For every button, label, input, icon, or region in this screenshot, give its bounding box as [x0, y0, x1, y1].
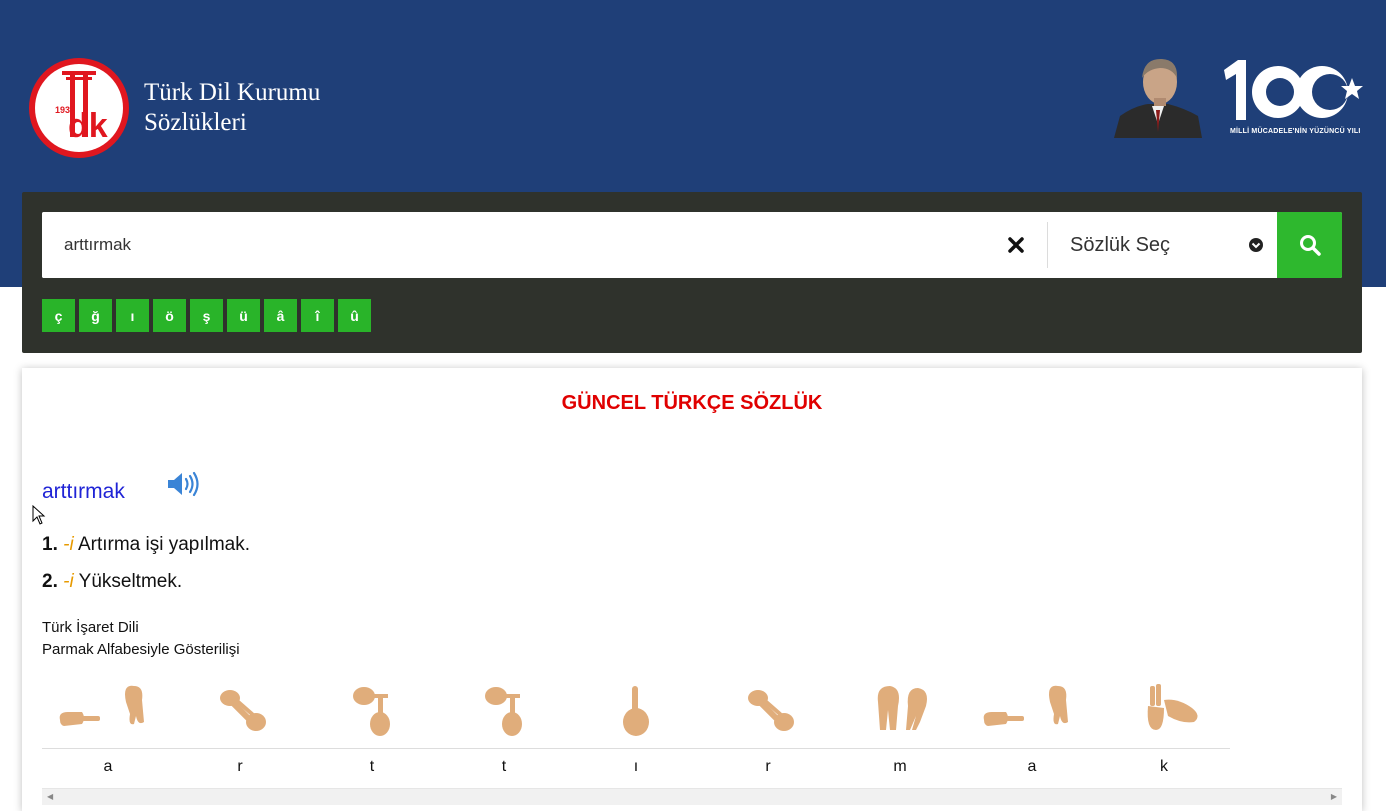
meaning-grammar: -i — [63, 571, 74, 592]
fingerspelling-hand-icon — [42, 668, 174, 748]
close-icon — [1008, 237, 1024, 253]
fingerspelling-letter: t — [501, 758, 507, 775]
meaning-text: Artırma işi yapılmak. — [77, 534, 251, 555]
scroll-left-icon[interactable]: ◀ — [47, 792, 53, 801]
hand-sign-icon — [983, 685, 1068, 726]
logo-title: Türk Dil Kurumu Sözlükleri — [144, 78, 320, 138]
logo-line-1: Türk Dil Kurumu — [144, 79, 321, 106]
fingerspelling-hand-icon — [570, 668, 702, 748]
scroll-right-icon[interactable]: ▶ — [1331, 792, 1337, 801]
fingerspelling-letter: r — [765, 758, 771, 775]
fingerspelling-letter: ı — [633, 758, 639, 775]
special-letter-button[interactable]: ğ — [79, 299, 112, 332]
sign-language-line-1: Türk İşaret Dili — [42, 619, 139, 636]
fingerspelling-hand-icon — [834, 668, 966, 748]
special-letter-button[interactable]: ç — [42, 299, 75, 332]
hand-sign-icon — [220, 690, 266, 731]
special-letter-button[interactable]: î — [301, 299, 334, 332]
centennial-logo: MİLLİ MÜCADELE'NİN YÜZÜNCÜ YILI — [1216, 54, 1366, 140]
horizontal-scrollbar[interactable]: ◀ ▶ — [42, 788, 1342, 805]
hand-sign-icon — [877, 686, 927, 730]
meaning-1: 1. -i Artırma işi yapılmak. — [42, 534, 250, 556]
speaker-icon[interactable] — [166, 470, 200, 498]
chevron-down-icon — [1249, 238, 1263, 252]
logo-line-2: Sözlükleri — [144, 109, 247, 136]
fingerspelling-hand-icon — [438, 668, 570, 748]
fingerspelling-images — [42, 668, 1230, 748]
svg-text:dk: dk — [68, 107, 108, 145]
hand-sign-icon — [623, 686, 649, 736]
special-letter-button[interactable]: â — [264, 299, 297, 332]
sign-language-label: Türk İşaret Dili Parmak Alfabesiyle Göst… — [42, 617, 240, 661]
dictionary-select-label: Sözlük Seç — [1070, 233, 1171, 256]
search-icon — [1299, 235, 1321, 256]
meaning-2: 2. -i Yükseltmek. — [42, 571, 182, 593]
special-letter-button[interactable]: ü — [227, 299, 260, 332]
hand-sign-icon — [353, 687, 390, 736]
special-letter-button[interactable]: ı — [116, 299, 149, 332]
ataturk-portrait-icon — [1114, 58, 1202, 138]
search-box: Sözlük Seç — [42, 212, 1342, 278]
hand-sign-icon — [1147, 684, 1198, 730]
meaning-number: 2. — [42, 571, 58, 592]
fingerspelling-divider — [42, 748, 1230, 749]
hand-sign-icon — [59, 685, 144, 726]
dictionary-title: GÜNCEL TÜRKÇE SÖZLÜK — [561, 392, 823, 414]
mouse-cursor-icon — [32, 505, 46, 525]
fingerspelling-letter: a — [1027, 758, 1037, 775]
fingerspelling-hand-icon — [306, 668, 438, 748]
hand-sign-icon — [485, 687, 522, 736]
fingerspelling-letter: a — [103, 758, 113, 775]
fingerspelling-hand-icon — [1098, 668, 1230, 748]
meaning-number: 1. — [42, 534, 58, 555]
fingerspelling-letter: m — [893, 758, 907, 775]
special-letter-button[interactable]: û — [338, 299, 371, 332]
fingerspelling-hand-icon — [966, 668, 1098, 748]
special-letter-button[interactable]: ş — [190, 299, 223, 332]
dictionary-select[interactable]: Sözlük Seç — [1048, 212, 1277, 278]
fingerspelling-hand-icon — [174, 668, 306, 748]
clear-search-button[interactable] — [985, 212, 1047, 278]
headword: arttırmak — [42, 480, 125, 503]
hand-sign-icon — [748, 690, 794, 731]
special-letters-bar: çğıöşüâîû — [42, 299, 375, 332]
fingerspelling-hand-icon — [702, 668, 834, 748]
fingerspelling-letter: t — [369, 758, 375, 775]
sign-language-line-2: Parmak Alfabesiyle Gösterilişi — [42, 641, 240, 658]
centennial-caption: MİLLİ MÜCADELE'NİN YÜZÜNCÜ YILI — [1230, 128, 1361, 135]
search-input[interactable] — [42, 212, 985, 278]
meaning-text: Yükseltmek. — [78, 571, 183, 592]
special-letter-button[interactable]: ö — [153, 299, 186, 332]
fingerspelling-letters: arttırmak — [42, 758, 1230, 776]
meaning-grammar: -i — [63, 534, 74, 555]
tdk-logo[interactable]: 1932 dk Türk Dil Kurumu Sözlükleri — [28, 57, 320, 159]
centennial-emblem: MİLLİ MÜCADELE'NİN YÜZÜNCÜ YILI — [1114, 54, 1366, 140]
search-button[interactable] — [1277, 212, 1342, 278]
search-panel: Sözlük Seç çğıöşüâîû — [22, 192, 1362, 353]
result-card: GÜNCEL TÜRKÇE SÖZLÜK arttırmak 1. -i Art… — [22, 368, 1362, 811]
tdk-emblem-icon: 1932 dk — [29, 58, 129, 158]
fingerspelling-letter: r — [237, 758, 243, 775]
fingerspelling-letter: k — [1160, 758, 1168, 775]
